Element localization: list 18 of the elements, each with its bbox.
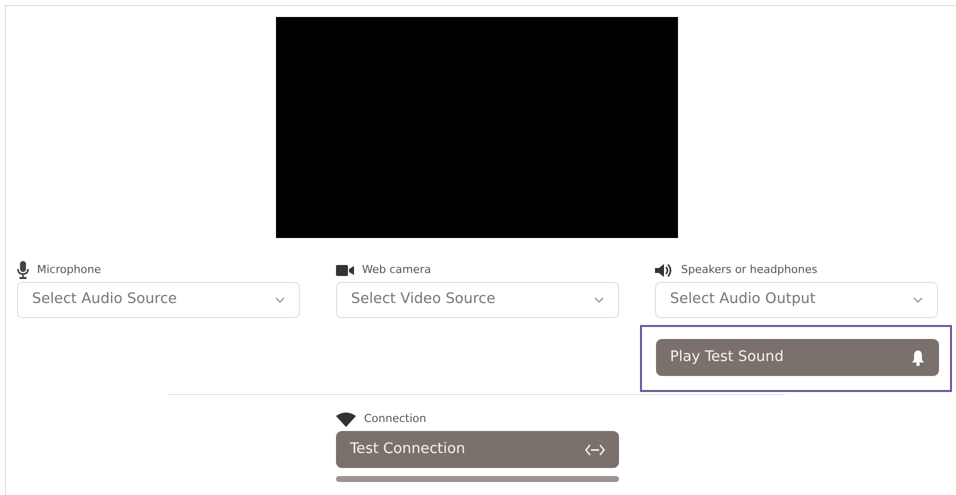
connection-label: Connection: [364, 410, 426, 427]
device-select[interactable]: Select Audio Output: [655, 282, 938, 318]
bell-icon: [911, 350, 925, 366]
microphone-icon: [17, 261, 29, 279]
video-camera-icon: [336, 264, 354, 276]
chevron-down-icon: [275, 297, 285, 303]
chevron-down-icon: [913, 297, 923, 303]
play-test-sound-button[interactable]: Play Test Sound: [656, 339, 939, 376]
device-select[interactable]: Select Video Source: [336, 282, 619, 318]
wifi-icon: [336, 412, 356, 426]
arrows-icon: [585, 444, 605, 456]
device-select[interactable]: Select Audio Source: [17, 282, 300, 318]
speaker-icon: [655, 262, 673, 278]
test-connection-button[interactable]: Test Connection: [336, 431, 619, 468]
device-label: Speakers or headphones: [681, 262, 818, 278]
chevron-down-icon: [594, 297, 604, 303]
device-label: Microphone: [37, 262, 102, 278]
device-label: Web camera: [362, 262, 432, 278]
